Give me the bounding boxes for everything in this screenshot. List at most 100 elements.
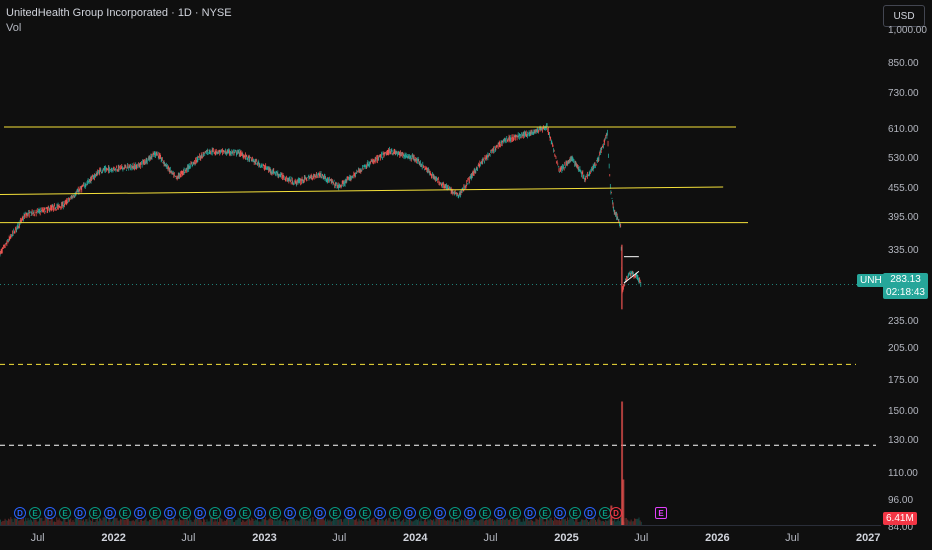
volume-bar	[114, 517, 116, 525]
volume-bar	[344, 518, 346, 525]
volume-bar	[220, 518, 222, 525]
chart-canvas[interactable]	[0, 0, 932, 550]
earnings-event-icon[interactable]: E	[269, 507, 281, 519]
dividend-event-icon[interactable]: D	[464, 507, 476, 519]
volume-bar	[389, 518, 391, 525]
volume-bar	[189, 517, 191, 525]
volume-bar	[265, 517, 267, 525]
time-tick-label: 2026	[705, 532, 730, 544]
price-tick-label: 175.00	[888, 374, 919, 386]
time-tick-label: 2027	[855, 532, 881, 544]
volume-bar	[238, 518, 240, 525]
volume-bar	[322, 518, 324, 525]
volume-bar	[464, 517, 466, 525]
volume-bar	[450, 517, 452, 525]
currency-button[interactable]: USD	[883, 5, 925, 27]
volume-bar	[10, 517, 12, 525]
volume-bar	[113, 517, 115, 525]
dividend-event-icon[interactable]: D	[194, 507, 206, 519]
earnings-event-icon[interactable]: E	[149, 507, 161, 519]
volume-bar	[247, 517, 249, 525]
volume-bar	[251, 517, 253, 525]
volume-bar	[525, 517, 527, 525]
earnings-event-icon[interactable]: E	[239, 507, 251, 519]
volume-bar	[638, 517, 640, 525]
dividend-event-icon[interactable]: D	[74, 507, 86, 519]
volume-bar	[237, 517, 239, 525]
volume-bar	[104, 517, 106, 525]
time-tick-label: 2023	[252, 532, 277, 544]
volume-bar	[174, 518, 176, 525]
dividend-event-icon[interactable]: D	[404, 507, 416, 519]
price-tick-label: 730.00	[888, 88, 919, 100]
volume-bar	[291, 518, 293, 525]
dividend-event-icon[interactable]: D	[554, 507, 566, 519]
dividend-event-icon[interactable]: D	[344, 507, 356, 519]
earnings-event-icon[interactable]: E	[119, 507, 131, 519]
volume-bar	[39, 517, 41, 525]
dividend-event-icon[interactable]: D	[44, 507, 56, 519]
dividend-event-icon[interactable]: D	[610, 507, 622, 519]
symbol-title[interactable]: UnitedHealth Group Incorporated · 1D · N…	[6, 6, 232, 21]
volume-bar	[310, 518, 312, 525]
earnings-event-icon[interactable]: E	[59, 507, 71, 519]
dividend-event-icon[interactable]: D	[494, 507, 506, 519]
dividend-event-icon[interactable]: D	[254, 507, 266, 519]
volume-bar	[617, 517, 619, 525]
dividend-event-icon[interactable]: D	[14, 507, 26, 519]
volume-bar	[211, 517, 213, 525]
volume-bar	[292, 517, 294, 525]
dividend-event-icon[interactable]: D	[164, 507, 176, 519]
volume-bar	[99, 517, 101, 525]
volume-bar	[388, 517, 390, 525]
dividend-event-icon[interactable]: D	[524, 507, 536, 519]
earnings-event-icon[interactable]: E	[479, 507, 491, 519]
volume-bar	[633, 518, 635, 525]
earnings-event-icon[interactable]: E	[539, 507, 551, 519]
earnings-event-icon[interactable]: E	[329, 507, 341, 519]
volume-bar	[44, 517, 46, 525]
dividend-event-icon[interactable]: D	[104, 507, 116, 519]
price-tick-label: 455.00	[888, 183, 919, 195]
earnings-event-icon[interactable]: E	[655, 507, 667, 519]
volume-bar	[368, 517, 370, 525]
volume-indicator-label[interactable]: Vol	[6, 21, 232, 36]
earnings-event-icon[interactable]: E	[569, 507, 581, 519]
volume-bar	[535, 518, 537, 525]
earnings-event-icon[interactable]: E	[419, 507, 431, 519]
dividend-event-icon[interactable]: D	[434, 507, 446, 519]
earnings-event-icon[interactable]: E	[299, 507, 311, 519]
earnings-event-icon[interactable]: E	[449, 507, 461, 519]
price-tick-label: 1,000.00	[888, 25, 927, 37]
dividend-event-icon[interactable]: D	[374, 507, 386, 519]
earnings-event-icon[interactable]: E	[179, 507, 191, 519]
volume-bar	[56, 517, 58, 525]
volume-bar	[518, 518, 520, 525]
earnings-event-icon[interactable]: E	[29, 507, 41, 519]
time-tick-label: Jul	[30, 532, 45, 544]
volume-bar	[593, 517, 595, 525]
volume-bar	[592, 517, 594, 525]
price-tick-label: 530.00	[888, 152, 919, 164]
volume-bar	[239, 518, 241, 525]
earnings-event-icon[interactable]: E	[509, 507, 521, 519]
dividend-event-icon[interactable]: D	[284, 507, 296, 519]
volume-bar	[41, 517, 43, 525]
dividend-event-icon[interactable]: D	[224, 507, 236, 519]
volume-bar	[17, 517, 19, 525]
dividend-event-icon[interactable]: D	[314, 507, 326, 519]
volume-bar	[625, 518, 627, 525]
volume-bar	[435, 518, 437, 525]
volume-bar	[58, 518, 60, 525]
earnings-event-icon[interactable]: E	[359, 507, 371, 519]
volume-bar	[194, 517, 196, 525]
dividend-event-icon[interactable]: D	[134, 507, 146, 519]
earnings-event-icon[interactable]: E	[209, 507, 221, 519]
dividend-event-icon[interactable]: D	[584, 507, 596, 519]
earnings-event-icon[interactable]: E	[389, 507, 401, 519]
volume-bar	[620, 517, 622, 525]
volume-bar	[13, 518, 15, 525]
volume-bar	[550, 517, 552, 525]
earnings-event-icon[interactable]: E	[89, 507, 101, 519]
chart-header: UnitedHealth Group Incorporated · 1D · N…	[6, 6, 232, 36]
